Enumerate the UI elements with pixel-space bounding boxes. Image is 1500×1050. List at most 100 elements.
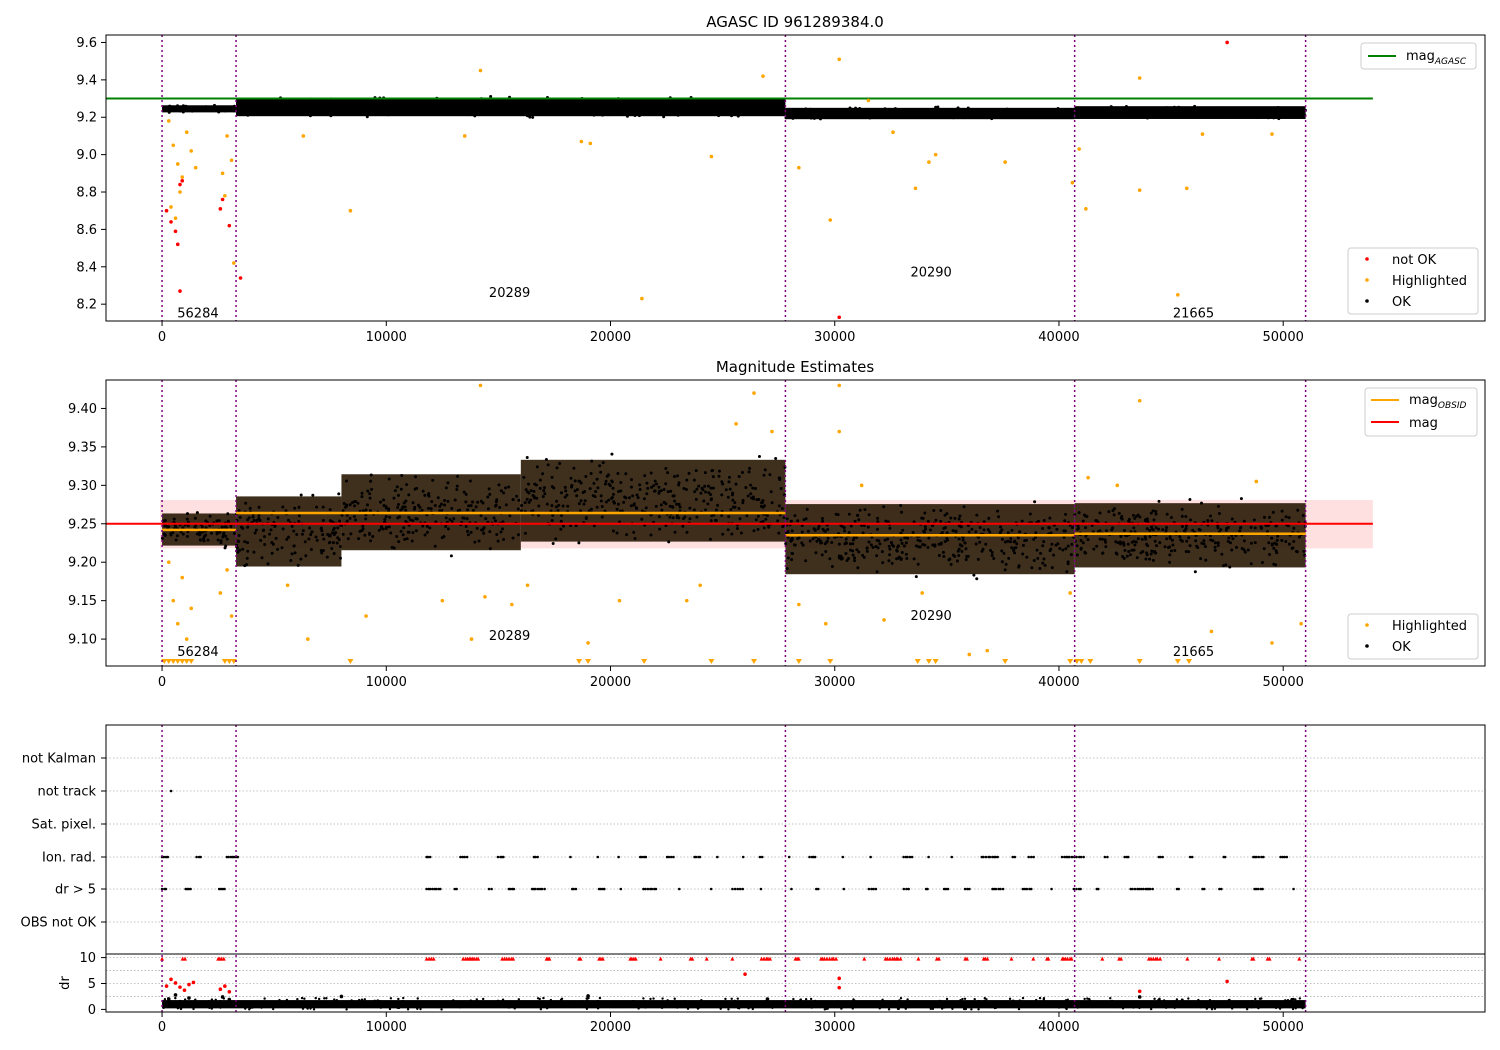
flag-point [1079, 887, 1082, 891]
mag-ok-point [707, 491, 711, 495]
dr-ok-point [335, 999, 339, 1002]
mag-ok-point [670, 505, 674, 509]
mag-ok-point [174, 538, 178, 542]
dr-ok-point [676, 1006, 679, 1009]
agasc-highlighted-point [193, 165, 198, 170]
agasc-ok-point [733, 101, 737, 105]
dr-ok-point [961, 997, 964, 1001]
agasc-ok-point [1258, 107, 1262, 111]
mag-ok-point [604, 479, 608, 483]
mag-ok-point [368, 496, 372, 500]
dr-ok-point [1270, 1002, 1273, 1006]
agasc-ok-point [361, 100, 365, 104]
mag-highlighted-point [1299, 621, 1303, 626]
mag-ok-point [1110, 528, 1114, 532]
dr-ok-point [397, 1006, 401, 1010]
mag-ok-point [595, 477, 599, 481]
mag-clipped-marker [914, 659, 921, 664]
dr-ok-point [596, 999, 599, 1003]
agasc-ok-point [941, 115, 945, 119]
dr-ok-point [285, 998, 289, 1002]
mag-ok-point [1035, 548, 1039, 552]
mag-ok-point [1227, 536, 1231, 540]
dr-ok-point [739, 1004, 742, 1007]
agasc-ok-point [181, 104, 185, 108]
agasc-highlighted-point [1137, 76, 1142, 80]
agasc-ok-point [1056, 106, 1060, 110]
mag-ok-point [767, 525, 771, 529]
mag-ok-point [900, 510, 904, 514]
mag-ok-point [1058, 546, 1062, 550]
agasc-ok-point [1134, 112, 1138, 116]
mag-ok-point [495, 498, 499, 502]
mag-ok-point [1170, 538, 1174, 542]
legend-notok-label: not OK [1392, 253, 1437, 268]
mag-ok-point [502, 491, 506, 495]
mag-ok-point [465, 517, 469, 521]
mag-ok-point [332, 532, 336, 536]
dr-ok-point [954, 1005, 957, 1008]
mag-ok-point [939, 520, 943, 524]
mag-ok-point [1006, 531, 1010, 535]
mag-ok-point [1143, 535, 1147, 539]
agasc-ok-point [558, 107, 562, 111]
agasc-ok-point [592, 113, 596, 117]
mag-ok-point [300, 532, 304, 536]
mag-ok-point [542, 486, 546, 490]
mag-clipped-marker [347, 659, 354, 664]
mag-ok-point [789, 519, 793, 523]
flag-point [602, 887, 606, 891]
flag-point [512, 887, 516, 891]
dr-ok-point [810, 1006, 813, 1009]
mag-ok-point [1173, 548, 1177, 552]
agasc-ok-point [740, 100, 744, 104]
mag-ok-point [867, 540, 871, 544]
dr-ok-point [219, 1006, 222, 1009]
mag-ok-point [520, 504, 524, 508]
dr-ok-point [322, 1003, 326, 1007]
agasc-ok-point [1189, 110, 1193, 114]
flag-point [760, 855, 764, 859]
mag-ok-point [928, 528, 932, 532]
dr-ok-point [1086, 997, 1089, 1000]
mag-ok-point [577, 479, 581, 483]
mag-ok-point [699, 491, 703, 495]
agasc-ok-point [448, 105, 452, 109]
mag-ok-point [1253, 541, 1257, 545]
mag-ok-point [304, 554, 308, 558]
mag-highlighted-point [684, 598, 689, 603]
dr-ok-point [809, 997, 813, 1001]
agasc-ok-point [1122, 111, 1126, 115]
mag-ok-point [592, 481, 596, 485]
mag-ok-point [1166, 546, 1170, 550]
dr-ok-point [190, 1005, 194, 1009]
agasc-highlighted-point [588, 141, 593, 146]
mag-ok-point [1126, 542, 1130, 546]
dr-ok-point [712, 1004, 716, 1008]
agasc-ok-point [333, 104, 337, 108]
agasc-highlighted-point [866, 98, 871, 103]
flag-point [169, 789, 173, 793]
dr-ok-point [897, 1005, 900, 1008]
agasc-ok-point [1022, 111, 1026, 115]
mag-ok-point [1136, 537, 1140, 541]
mag-ok-point [826, 536, 830, 540]
mag-ok-point [345, 479, 349, 483]
dr-ok-point [210, 1007, 213, 1010]
agasc-highlighted-point [169, 205, 173, 209]
agasc-ok-point [455, 105, 459, 109]
dr-ok-point [649, 997, 652, 1001]
dr-ok-point [303, 997, 306, 1000]
mag-ok-point [1122, 542, 1126, 546]
dr-ok-point [317, 1005, 321, 1008]
agasc-ok-point [557, 99, 561, 103]
dr-ok-point [323, 997, 326, 1000]
mag-ok-point [888, 547, 892, 551]
mag-ok-point [1153, 539, 1157, 543]
agasc-ok-point [1038, 108, 1042, 112]
mag-ok-point [1120, 514, 1124, 518]
mag-ok-point [875, 554, 879, 558]
mag-ok-point [1219, 528, 1223, 532]
mag-ok-point [292, 544, 296, 548]
mag-ok-point [246, 549, 250, 553]
